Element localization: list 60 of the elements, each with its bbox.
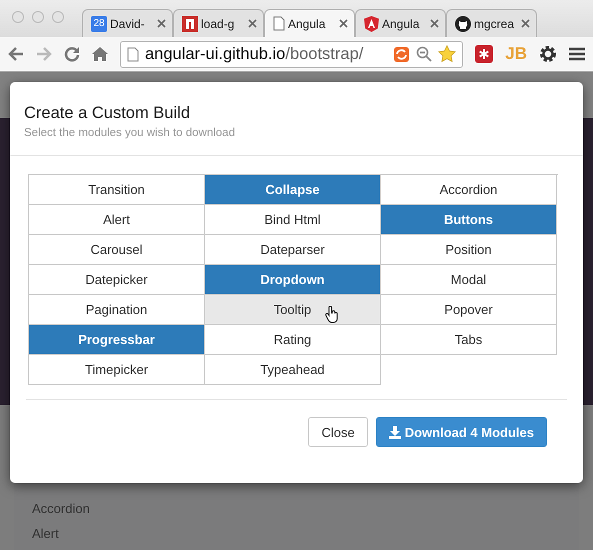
browser-tab[interactable]: load-g xyxy=(173,9,264,37)
module-toggle[interactable]: Position xyxy=(381,235,557,265)
sync-icon[interactable] xyxy=(393,46,410,62)
browser-tab[interactable]: Angula xyxy=(355,9,446,37)
module-toggle[interactable]: Dropdown xyxy=(205,265,381,295)
browser-tab[interactable]: mgcrea xyxy=(446,9,537,37)
background-list-item: Accordion xyxy=(32,501,91,516)
square-logo-icon xyxy=(182,16,198,32)
module-toggle[interactable]: Transition xyxy=(29,175,205,205)
url-text: angular-ui.github.io/bootstrap/ xyxy=(145,44,364,64)
module-toggle[interactable]: Alert xyxy=(29,205,205,235)
shield-logo-icon xyxy=(364,16,379,32)
module-toggle[interactable]: Dateparser xyxy=(205,235,381,265)
browser-tab[interactable]: Angula xyxy=(264,9,355,37)
modal-subtitle: Select the modules you wish to download xyxy=(24,127,236,139)
page-icon xyxy=(127,46,139,62)
module-toggle[interactable]: Accordion xyxy=(381,175,557,205)
module-toggle[interactable]: Typeahead xyxy=(205,355,381,385)
cat-logo-icon xyxy=(455,16,471,32)
asterisk-icon[interactable] xyxy=(475,45,494,63)
close-icon[interactable] xyxy=(339,19,348,28)
background-list-item: Alert xyxy=(32,526,60,541)
module-toggle[interactable]: Rating xyxy=(205,325,381,355)
module-toggle[interactable]: Carousel xyxy=(29,235,205,265)
module-toggle[interactable]: Collapse xyxy=(205,175,381,205)
back-icon[interactable] xyxy=(8,47,24,61)
home-icon[interactable] xyxy=(92,46,108,62)
module-toggle[interactable]: Modal xyxy=(381,265,557,295)
tab-title: David- xyxy=(110,16,145,30)
tab-title: Angula xyxy=(288,16,326,30)
zoom-out-icon[interactable] xyxy=(416,46,432,62)
module-toggle[interactable]: Popover xyxy=(381,295,557,325)
close-button[interactable]: Close xyxy=(308,417,368,447)
close-icon[interactable] xyxy=(157,19,166,28)
module-toggle[interactable]: Bind Html xyxy=(205,205,381,235)
address-bar[interactable]: angular-ui.github.io/bootstrap/ xyxy=(120,40,464,68)
modal-title: Create a Custom Build xyxy=(24,104,191,123)
menu-icon[interactable] xyxy=(569,47,585,61)
close-icon[interactable] xyxy=(248,19,257,28)
page-icon xyxy=(273,16,285,31)
download-icon xyxy=(388,426,401,438)
close-icon[interactable] xyxy=(430,19,439,28)
download-button[interactable]: Download 4 Modules xyxy=(376,417,547,447)
hand-cursor-icon xyxy=(325,306,339,323)
tab-title: Angula xyxy=(382,16,420,30)
browser-tab[interactable]: 28 David- xyxy=(82,9,173,37)
module-toggle[interactable]: Buttons xyxy=(381,205,557,235)
module-toggle[interactable]: Timepicker xyxy=(29,355,205,385)
settings-icon[interactable] xyxy=(539,45,557,63)
tab-title: mgcrea xyxy=(474,16,514,30)
star-icon[interactable] xyxy=(438,45,456,63)
tab-title: load-g xyxy=(201,16,234,30)
module-toggle[interactable]: Pagination xyxy=(29,295,205,325)
reload-icon[interactable] xyxy=(64,46,80,62)
calendar-icon: 28 xyxy=(91,16,107,32)
module-toggle[interactable]: Progressbar xyxy=(29,325,205,355)
module-toggle[interactable]: Datepicker xyxy=(29,265,205,295)
module-toggle[interactable]: Tabs xyxy=(381,325,557,355)
module-toggle[interactable]: Tooltip xyxy=(205,295,381,325)
close-icon[interactable] xyxy=(521,19,530,28)
